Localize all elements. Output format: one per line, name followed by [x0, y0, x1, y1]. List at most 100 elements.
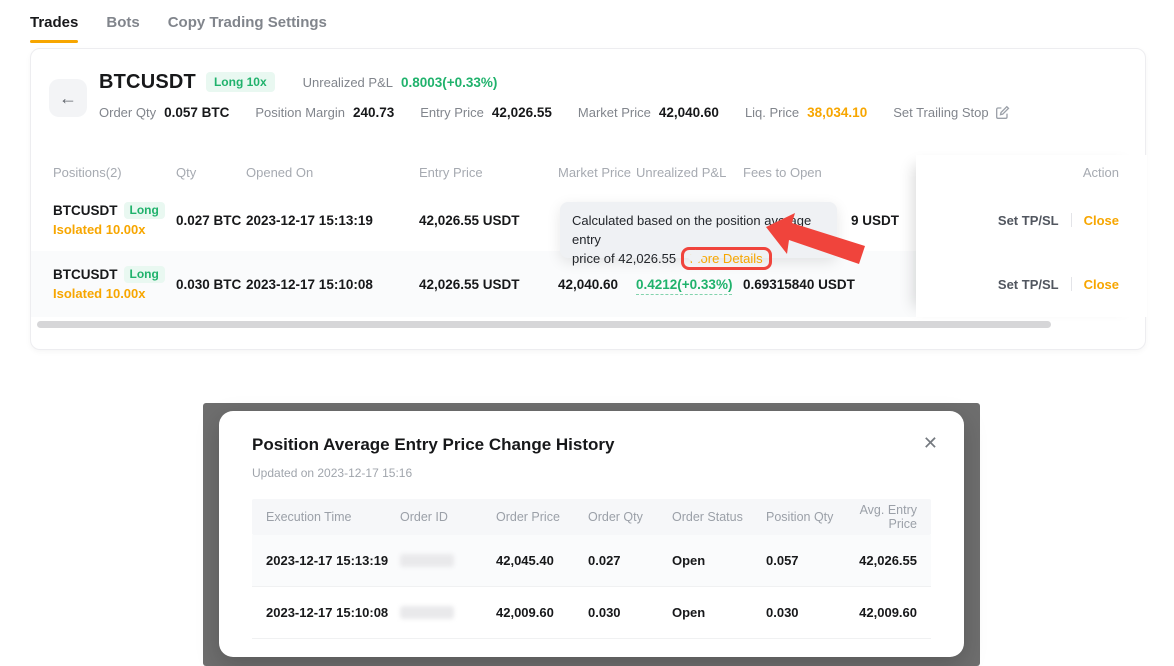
- col-avg-entry-price: Avg. Entry Price: [848, 503, 931, 531]
- close-icon: ✕: [923, 433, 938, 453]
- stat-entry-price: Entry Price 42,026.55: [420, 105, 552, 120]
- redacted-order-id: [400, 606, 454, 619]
- fees-to-open-cell: 0.69315840 USDT: [743, 277, 916, 292]
- execution-time-cell: 2023-12-17 15:10:08: [252, 605, 400, 620]
- horizontal-scrollbar[interactable]: [37, 321, 1051, 328]
- col-action: Action: [916, 155, 1147, 189]
- stat-label: Position Margin: [255, 105, 345, 120]
- margin-mode: Isolated 10.00x: [53, 287, 176, 302]
- order-qty-cell: 0.027: [588, 553, 672, 568]
- col-unrealized-pnl: Unrealized P&L: [636, 165, 743, 180]
- tooltip-text-line2: price of 42,026.55: [572, 251, 676, 266]
- top-tab-bar: Trades Bots Copy Trading Settings: [30, 14, 327, 31]
- modal-close-button[interactable]: ✕: [923, 433, 938, 454]
- entry-price-cell: 42,026.55 USDT: [419, 213, 558, 228]
- modal-backdrop: Position Average Entry Price Change Hist…: [203, 403, 980, 666]
- position-qty-cell: 0.057: [766, 553, 848, 568]
- symbol-cell: BTCUSDT Long Isolated 10.00x: [53, 266, 176, 303]
- tab-copy-trading-settings[interactable]: Copy Trading Settings: [168, 14, 327, 31]
- col-positions: Positions(2): [53, 165, 176, 180]
- row-symbol: BTCUSDT: [53, 267, 118, 283]
- entry-price-history-modal: Position Average Entry Price Change Hist…: [219, 411, 964, 657]
- opened-on-cell: 2023-12-17 15:10:08: [246, 277, 419, 292]
- set-trailing-stop-button[interactable]: Set Trailing Stop: [893, 105, 1009, 120]
- stat-label: Order Qty: [99, 105, 156, 120]
- unrealized-pnl-value: 0.8003(+0.33%): [401, 75, 497, 90]
- col-position-qty: Position Qty: [766, 510, 848, 524]
- order-id-cell: [400, 554, 496, 567]
- action-row-1: Set TP/SL Close: [916, 189, 1147, 251]
- col-order-status: Order Status: [672, 510, 766, 524]
- set-tpsl-button[interactable]: Set TP/SL: [998, 213, 1059, 228]
- stat-label: Entry Price: [420, 105, 484, 120]
- stat-value: 38,034.10: [807, 105, 867, 120]
- order-price-cell: 42,045.40: [496, 553, 588, 568]
- history-table: Execution Time Order ID Order Price Orde…: [252, 499, 931, 639]
- tab-trades[interactable]: Trades: [30, 14, 78, 31]
- qty-cell: 0.030 BTC: [176, 277, 246, 292]
- unrealized-pnl-cell[interactable]: 0.4212(+0.33%): [636, 277, 743, 292]
- col-opened-on: Opened On: [246, 165, 419, 180]
- leverage-badge: Long 10x: [206, 72, 275, 92]
- col-order-price: Order Price: [496, 510, 588, 524]
- action-divider: [1071, 277, 1072, 291]
- annotation-arrow-icon: [766, 212, 866, 273]
- stat-value: 42,026.55: [492, 105, 552, 120]
- col-fees-to-open: Fees to Open: [743, 165, 916, 180]
- action-divider: [1071, 213, 1072, 227]
- col-qty: Qty: [176, 165, 246, 180]
- side-badge: Long: [124, 202, 165, 220]
- entry-price-cell: 42,026.55 USDT: [419, 277, 558, 292]
- qty-cell: 0.027 BTC: [176, 213, 246, 228]
- execution-time-cell: 2023-12-17 15:13:19: [252, 553, 400, 568]
- opened-on-cell: 2023-12-17 15:13:19: [246, 213, 419, 228]
- stat-order-qty: Order Qty 0.057 BTC: [99, 105, 229, 120]
- close-position-button[interactable]: Close: [1084, 277, 1119, 292]
- col-order-id: Order ID: [400, 510, 496, 524]
- symbol-cell: BTCUSDT Long Isolated 10.00x: [53, 202, 176, 239]
- order-qty-cell: 0.030: [588, 605, 672, 620]
- position-title-row: BTCUSDT Long 10x Unrealized P&L 0.8003(+…: [99, 67, 497, 97]
- edit-icon: [995, 105, 1010, 120]
- modal-subtitle: Updated on 2023-12-17 15:16: [252, 466, 412, 480]
- avg-entry-price-cell: 42,009.60: [848, 605, 931, 620]
- set-trailing-stop-label: Set Trailing Stop: [893, 105, 988, 120]
- position-detail-card: ← BTCUSDT Long 10x Unrealized P&L 0.8003…: [30, 48, 1146, 350]
- row-symbol: BTCUSDT: [53, 203, 118, 219]
- unrealized-pnl-label: Unrealized P&L: [303, 75, 393, 90]
- col-entry-price: Entry Price: [419, 165, 558, 180]
- close-position-button[interactable]: Close: [1084, 213, 1119, 228]
- stat-value: 0.057 BTC: [164, 105, 229, 120]
- position-qty-cell: 0.030: [766, 605, 848, 620]
- trading-screen: Trades Bots Copy Trading Settings ← BTCU…: [0, 0, 1174, 666]
- stat-liq-price: Liq. Price 38,034.10: [745, 105, 867, 120]
- order-status-cell: Open: [672, 553, 766, 568]
- order-status-cell: Open: [672, 605, 766, 620]
- side-badge: Long: [124, 266, 165, 284]
- redacted-order-id: [400, 554, 454, 567]
- col-order-qty: Order Qty: [588, 510, 672, 524]
- position-stats-row: Order Qty 0.057 BTC Position Margin 240.…: [99, 105, 1010, 120]
- tab-bots[interactable]: Bots: [106, 14, 139, 31]
- col-market-price: Market Price: [558, 165, 636, 180]
- history-row-1: 2023-12-17 15:13:19 42,045.40 0.027 Open…: [252, 535, 931, 587]
- back-button[interactable]: ←: [49, 79, 87, 117]
- stat-label: Liq. Price: [745, 105, 799, 120]
- stat-position-margin: Position Margin 240.73: [255, 105, 394, 120]
- stat-market-price: Market Price 42,040.60: [578, 105, 719, 120]
- stat-value: 240.73: [353, 105, 394, 120]
- pnl-value[interactable]: 0.4212(+0.33%): [636, 277, 732, 295]
- history-row-2: 2023-12-17 15:10:08 42,009.60 0.030 Open…: [252, 587, 931, 639]
- back-arrow-icon: ←: [59, 88, 77, 109]
- stat-label: Market Price: [578, 105, 651, 120]
- modal-title: Position Average Entry Price Change Hist…: [252, 435, 614, 455]
- action-column: Action Set TP/SL Close Set TP/SL Close: [916, 155, 1147, 317]
- margin-mode: Isolated 10.00x: [53, 223, 176, 238]
- avg-entry-price-cell: 42,026.55: [848, 553, 931, 568]
- order-id-cell: [400, 606, 496, 619]
- symbol-title: BTCUSDT: [99, 71, 196, 94]
- history-table-header: Execution Time Order ID Order Price Orde…: [252, 499, 931, 535]
- col-execution-time: Execution Time: [252, 510, 400, 524]
- set-tpsl-button[interactable]: Set TP/SL: [998, 277, 1059, 292]
- stat-value: 42,040.60: [659, 105, 719, 120]
